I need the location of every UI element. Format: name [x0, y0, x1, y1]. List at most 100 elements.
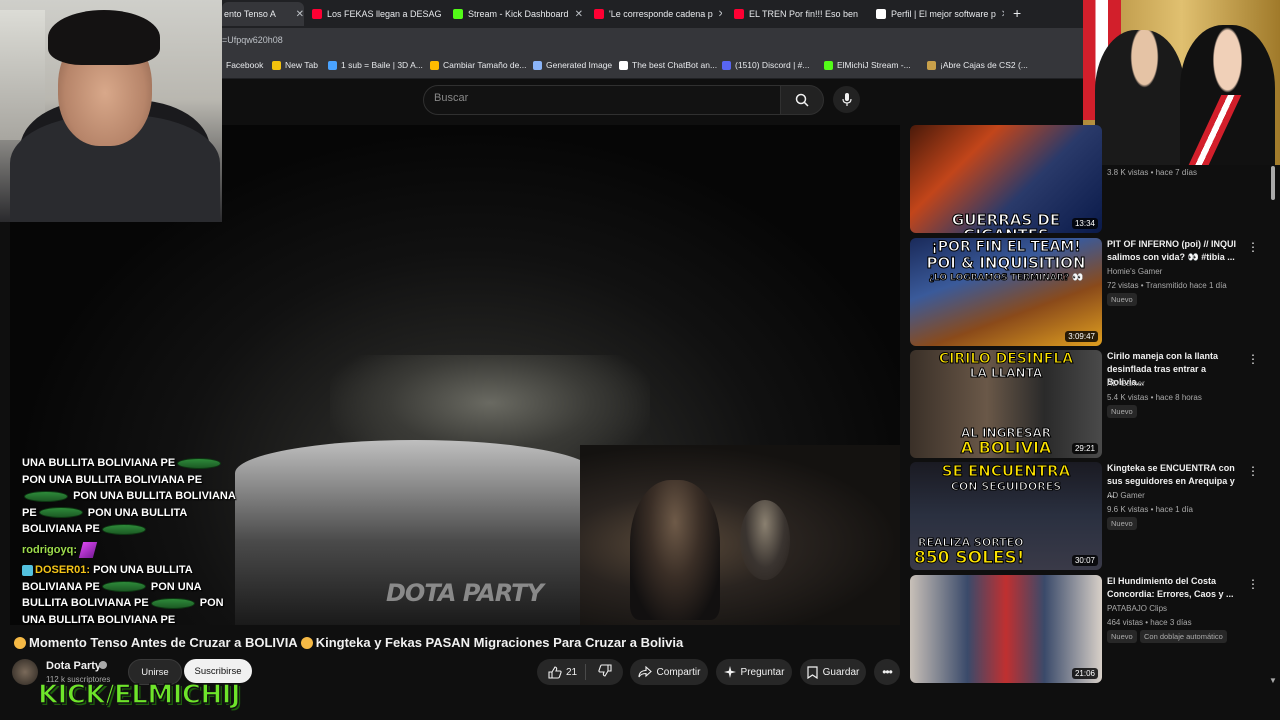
discord-icon	[722, 60, 731, 70]
browser-tab[interactable]: Stream - Kick Dashboard ✕	[453, 2, 583, 26]
related-video-channel[interactable]: PATABAJO Clips	[1107, 604, 1167, 613]
bookmark-label: 1 sub = Baile | 3D A...	[341, 60, 423, 70]
related-video-title[interactable]: PIT OF INFERNO (poi) // INQUI salimos co…	[1107, 238, 1237, 264]
new-tab-icon[interactable]: +	[1013, 5, 1021, 21]
more-horizontal-icon: •••	[882, 665, 893, 679]
search-input[interactable]	[423, 85, 782, 115]
bookmark-item[interactable]: New Tab	[272, 60, 318, 70]
kick-icon	[453, 9, 463, 19]
channel-avatar[interactable]	[12, 659, 38, 685]
close-icon[interactable]: ✕	[575, 9, 583, 20]
emote-icon	[24, 490, 68, 502]
chat-line: PON UNA BULLITA BOLIVIANA	[22, 488, 237, 505]
bookmark-label: ¡Abre Cajas de CS2 (...	[940, 60, 1028, 70]
related-video-thumbnail[interactable]: SE ENCUENTRA CON SEGUIDORES REALIZA SORT…	[910, 462, 1102, 570]
bookmark-item[interactable]: Facebook	[226, 60, 263, 70]
search-icon	[795, 93, 809, 107]
related-video-title[interactable]: El Hundimiento del Costa Concordia: Erro…	[1107, 575, 1237, 601]
more-actions-button[interactable]: •••	[874, 659, 900, 685]
bookmark-item[interactable]: (1510) Discord | #...	[722, 60, 810, 70]
close-icon[interactable]: ✕	[718, 9, 722, 20]
kick-channel-overlay: KICK/ELMICHIJ	[37, 679, 241, 711]
channel-name[interactable]: Dota Party	[46, 660, 101, 672]
related-video-thumbnail[interactable]: CIRILO DESINFLA LA LLANTA AL INGRESAR A …	[910, 350, 1102, 458]
sparkle-icon	[723, 666, 736, 678]
bookmark-icon	[430, 60, 439, 70]
new-badge: Nuevo	[1107, 630, 1137, 643]
like-button[interactable]: 21	[548, 665, 577, 679]
related-video-channel[interactable]: AD Gamer	[1107, 491, 1145, 500]
search-button[interactable]	[780, 85, 824, 115]
scrollbar-thumb[interactable]	[1271, 166, 1275, 200]
chat-line: DOSER01: PON UNA BULLITA	[22, 562, 237, 579]
chat-line: UNA BULLITA BOLIVIANA PE	[22, 455, 237, 472]
bookmark-item[interactable]: Generated Image	[533, 60, 612, 70]
browser-tab[interactable]: EL TREN Por fin!!! Eso ben ✕	[734, 2, 864, 26]
video-person	[740, 500, 790, 580]
auto-dub-badge: Con doblaje automático	[1140, 630, 1227, 643]
thumbnail-text: ¿LO LOGRAMOS TERMINAR? 👀	[928, 273, 1084, 283]
chat-line: UNA BULLITA BOLIVIANA PE	[22, 613, 176, 626]
more-vert-icon[interactable]: ⋮	[1247, 464, 1259, 478]
tab-label: Perfil | El mejor software p	[891, 9, 996, 19]
emote-icon	[101, 581, 146, 593]
new-badge: Nuevo	[1107, 405, 1137, 418]
address-url[interactable]: =Ufpqw620h08	[222, 35, 283, 45]
share-icon	[637, 666, 652, 678]
bookmark-item[interactable]: Cambiar Tamaño de...	[430, 60, 526, 70]
related-video-thumbnail[interactable]: 21:06	[910, 575, 1102, 683]
chat-line: BOLIVIANA PE PON UNA	[22, 580, 202, 593]
related-video-meta: 3.8 K vistas • hace 7 días	[1107, 168, 1197, 177]
close-icon[interactable]: ✕	[296, 9, 304, 20]
related-video-thumbnail[interactable]: ¡POR FIN EL TEAM! POI & INQUISITION ¿LO …	[910, 238, 1102, 346]
video-person	[630, 480, 720, 620]
tab-label: Stream - Kick Dashboard	[468, 9, 569, 19]
youtube-icon	[734, 9, 744, 19]
bookmark-item[interactable]: ¡Abre Cajas de CS2 (...	[927, 60, 1028, 70]
more-vert-icon[interactable]: ⋮	[1247, 240, 1259, 254]
bookmark-label: (1510) Discord | #...	[735, 60, 810, 70]
video-watermark: DOTA PARTY	[386, 579, 544, 607]
dislike-button[interactable]	[598, 664, 612, 680]
emoji-icon	[300, 637, 313, 649]
bookmark-item[interactable]: ElMichiJ Stream -...	[824, 60, 911, 70]
browser-tab[interactable]: Los FEKAS llegan a DESAG ✕	[312, 2, 447, 26]
ask-button[interactable]: Preguntar	[716, 659, 792, 685]
video-title: Momento Tenso Antes de Cruzar a BOLIVIA K…	[14, 635, 683, 650]
related-video-thumbnail[interactable]: GUERRAS DE GIGANTES 13:34	[910, 125, 1102, 233]
thumbnail-text: SE ENCUENTRA	[941, 462, 1071, 480]
more-vert-icon[interactable]: ⋮	[1247, 352, 1259, 366]
thumbs-down-icon	[598, 664, 612, 677]
save-button[interactable]: Guardar	[800, 659, 866, 685]
shield-icon	[876, 9, 886, 19]
scroll-down-icon[interactable]: ▼	[1269, 676, 1277, 685]
chat-line: rodrigoyq:	[22, 541, 237, 559]
bookmark-item[interactable]: The best ChatBot an...	[619, 60, 717, 70]
chat-line: PON UNA BULLITA BOLIVIANA PE	[22, 473, 203, 486]
close-icon[interactable]: ✕	[863, 9, 864, 20]
share-button[interactable]: Compartir	[630, 659, 708, 685]
bookmark-icon	[927, 60, 936, 70]
more-vert-icon[interactable]: ⋮	[1247, 577, 1259, 591]
voice-search-button[interactable]	[833, 86, 860, 113]
chat-line: PE PON UNA BULLITA	[22, 506, 188, 519]
kick-icon	[824, 60, 833, 70]
related-video-channel[interactable]: AD Gamer	[1107, 379, 1145, 388]
thumbnail-text: CON SEGUIDORES	[950, 480, 1062, 493]
browser-tab[interactable]: Perfil | El mejor software p ✕	[876, 2, 1004, 26]
close-icon[interactable]: ✕	[1001, 9, 1004, 20]
ask-label: Preguntar	[740, 666, 785, 678]
share-label: Compartir	[656, 666, 701, 678]
related-video-channel[interactable]: Homie's Gamer	[1107, 267, 1162, 276]
emote-icon	[38, 507, 83, 519]
bookmark-item[interactable]: 1 sub = Baile | 3D A...	[328, 60, 423, 70]
youtube-icon	[594, 9, 604, 19]
image-person	[1095, 30, 1185, 165]
browser-tab-active[interactable]: ento Tenso A ✕	[222, 2, 304, 26]
related-video-meta: 5.4 K vistas • hace 8 horas	[1107, 393, 1202, 402]
subscriber-badge-icon	[22, 564, 33, 576]
tab-label: EL TREN Por fin!!! Eso ben	[749, 9, 859, 19]
verified-icon	[99, 661, 107, 669]
browser-tab[interactable]: 'Le corresponde cadena p ✕	[594, 2, 722, 26]
like-divider	[585, 664, 586, 680]
